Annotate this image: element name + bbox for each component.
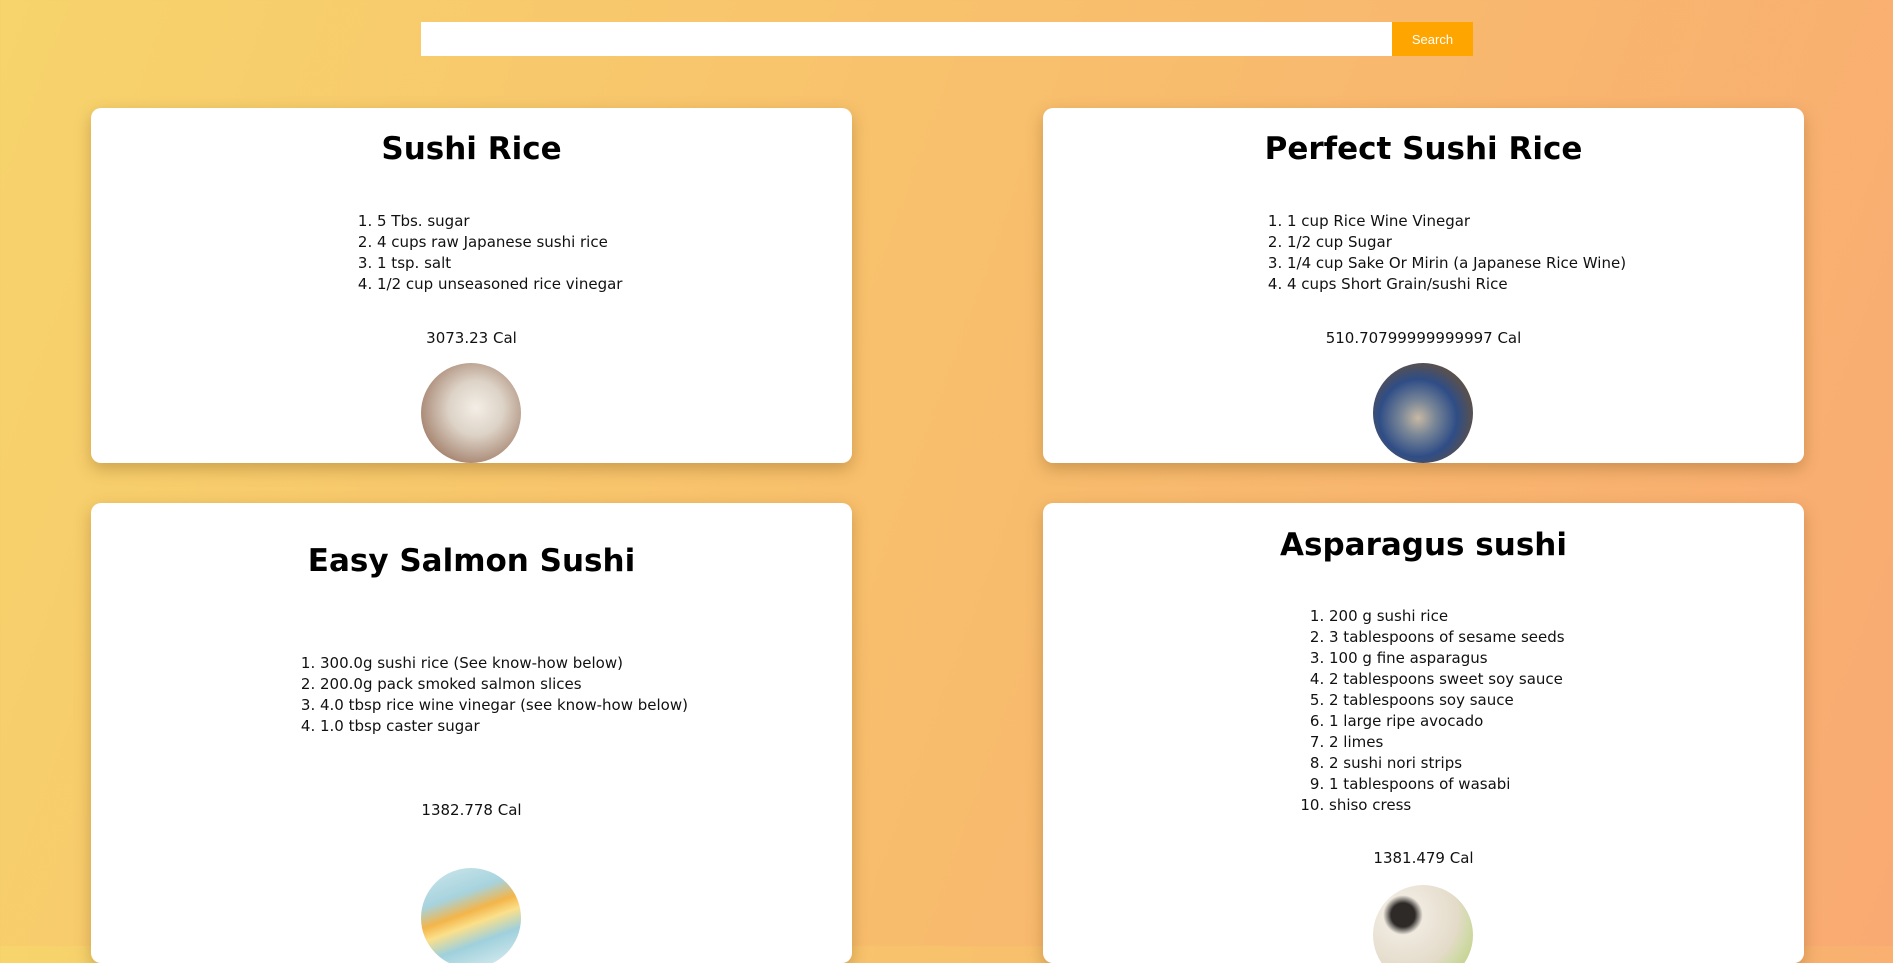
- ingredient-item: 1/2 cup Sugar: [1287, 232, 1626, 253]
- search-button[interactable]: Search: [1392, 22, 1473, 56]
- ingredient-list: 300.0g sushi rice (See know-how below) 2…: [300, 653, 688, 737]
- recipe-card: Sushi Rice 5 Tbs. sugar 4 cups raw Japan…: [91, 108, 852, 463]
- ingredient-list: 1 cup Rice Wine Vinegar 1/2 cup Sugar 1/…: [1267, 211, 1626, 295]
- ingredient-item: 100 g fine asparagus: [1329, 648, 1565, 669]
- ingredient-item: 4 cups raw Japanese sushi rice: [377, 232, 622, 253]
- ingredient-item: 2 sushi nori strips: [1329, 753, 1565, 774]
- calories: 1381.479 Cal: [1373, 849, 1474, 867]
- recipe-title: Perfect Sushi Rice: [1264, 131, 1583, 167]
- calories: 510.70799999999997 Cal: [1325, 329, 1522, 347]
- recipe-image: [1373, 885, 1473, 963]
- ingredient-item: shiso cress: [1329, 795, 1565, 816]
- ingredient-item: 1/4 cup Sake Or Mirin (a Japanese Rice W…: [1287, 253, 1626, 274]
- ingredient-item: 300.0g sushi rice (See know-how below): [320, 653, 688, 674]
- recipe-image: [421, 363, 521, 463]
- ingredient-item: 5 Tbs. sugar: [377, 211, 622, 232]
- recipe-title: Sushi Rice: [381, 131, 562, 167]
- recipe-title: Easy Salmon Sushi: [307, 543, 636, 579]
- ingredient-item: 1 tablespoons of wasabi: [1329, 774, 1565, 795]
- recipe-card: Easy Salmon Sushi 300.0g sushi rice (See…: [91, 503, 852, 963]
- calories: 1382.778 Cal: [421, 801, 522, 819]
- ingredient-item: 200.0g pack smoked salmon slices: [320, 674, 688, 695]
- ingredient-item: 200 g sushi rice: [1329, 606, 1565, 627]
- ingredient-item: 2 tablespoons soy sauce: [1329, 690, 1565, 711]
- recipe-card: Perfect Sushi Rice 1 cup Rice Wine Vineg…: [1043, 108, 1804, 463]
- search-input[interactable]: [421, 22, 1392, 56]
- ingredient-item: 3 tablespoons of sesame seeds: [1329, 627, 1565, 648]
- recipe-card: Asparagus sushi 200 g sushi rice 3 table…: [1043, 503, 1804, 963]
- recipe-image: [1373, 363, 1473, 463]
- search-bar: Search: [421, 22, 1473, 56]
- recipe-image: [421, 868, 521, 963]
- ingredient-item: 2 limes: [1329, 732, 1565, 753]
- ingredient-item: 1 cup Rice Wine Vinegar: [1287, 211, 1626, 232]
- ingredient-item: 4.0 tbsp rice wine vinegar (see know-how…: [320, 695, 688, 716]
- ingredient-item: 4 cups Short Grain/sushi Rice: [1287, 274, 1626, 295]
- recipe-title: Asparagus sushi: [1280, 527, 1567, 563]
- ingredient-item: 1/2 cup unseasoned rice vinegar: [377, 274, 622, 295]
- ingredient-item: 1 large ripe avocado: [1329, 711, 1565, 732]
- ingredient-list: 200 g sushi rice 3 tablespoons of sesame…: [1309, 606, 1565, 816]
- ingredient-item: 1.0 tbsp caster sugar: [320, 716, 688, 737]
- ingredient-item: 1 tsp. salt: [377, 253, 622, 274]
- ingredient-item: 2 tablespoons sweet soy sauce: [1329, 669, 1565, 690]
- ingredient-list: 5 Tbs. sugar 4 cups raw Japanese sushi r…: [357, 211, 622, 295]
- calories: 3073.23 Cal: [426, 329, 517, 347]
